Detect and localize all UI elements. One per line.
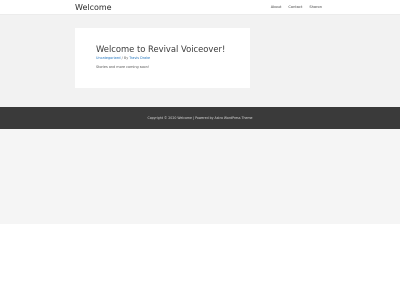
nav-item-sharon[interactable]: Sharon bbox=[309, 5, 322, 10]
author-link[interactable]: Travis Drake bbox=[129, 56, 150, 60]
nav-item-contact[interactable]: Contact bbox=[288, 5, 302, 10]
post-excerpt: Stories and more coming soon! bbox=[96, 65, 150, 69]
primary-nav: About Contact Sharon bbox=[271, 5, 322, 10]
site-header: Welcome About Contact Sharon bbox=[0, 0, 400, 15]
site-footer: Copyright © 2020 Welcome | Powered by As… bbox=[0, 107, 400, 129]
post-title[interactable]: Welcome to Revival Voiceover! bbox=[96, 44, 225, 55]
post-card: Welcome to Revival Voiceover! Uncategori… bbox=[75, 28, 250, 88]
footer-copyright: Copyright © 2020 Welcome | Powered by As… bbox=[147, 116, 253, 120]
site-title[interactable]: Welcome bbox=[75, 2, 112, 13]
page-background bbox=[0, 129, 400, 224]
post-meta: Uncategorized / By Travis Drake bbox=[96, 56, 150, 61]
main-content: Welcome to Revival Voiceover! Uncategori… bbox=[0, 15, 400, 107]
meta-separator: / By bbox=[120, 56, 130, 60]
category-link[interactable]: Uncategorized bbox=[96, 56, 121, 60]
nav-item-about[interactable]: About bbox=[271, 5, 282, 10]
